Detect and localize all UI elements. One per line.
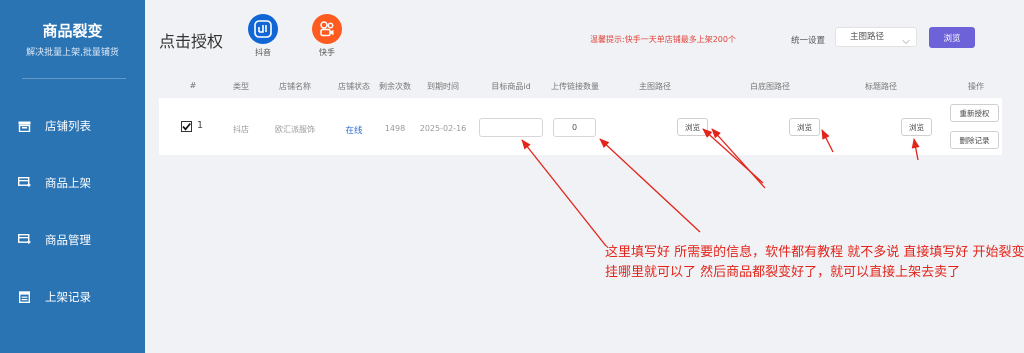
annotation-text: 这里填写好 所需要的信息，软件都有教程 就不多说 直接填写好 开始裂变 挂哪里就…	[605, 245, 1024, 280]
annotation-arrows	[521, 128, 920, 247]
